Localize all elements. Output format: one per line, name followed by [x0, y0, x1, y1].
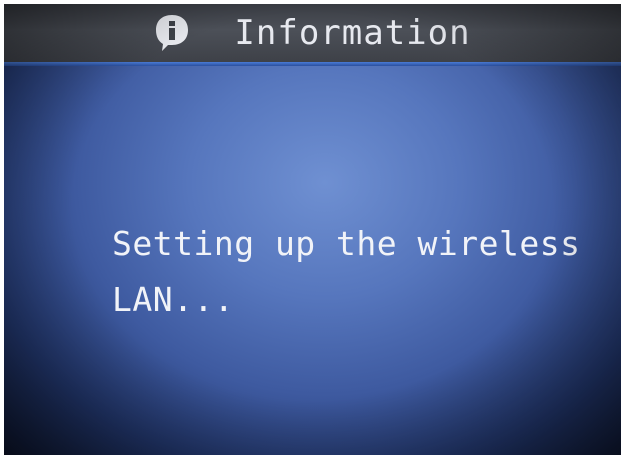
status-message-line-2: LAN...	[112, 280, 235, 319]
screen-header: Information	[4, 4, 621, 62]
header-title: Information	[234, 13, 471, 53]
info-icon	[154, 13, 190, 53]
device-lcd-photo: Information Setting up the wireless LAN.…	[4, 4, 621, 455]
status-message-line-1: Setting up the wireless	[112, 224, 581, 263]
lcd-screen: Setting up the wireless LAN...	[4, 66, 621, 455]
status-message: Setting up the wireless LAN...	[112, 216, 592, 328]
